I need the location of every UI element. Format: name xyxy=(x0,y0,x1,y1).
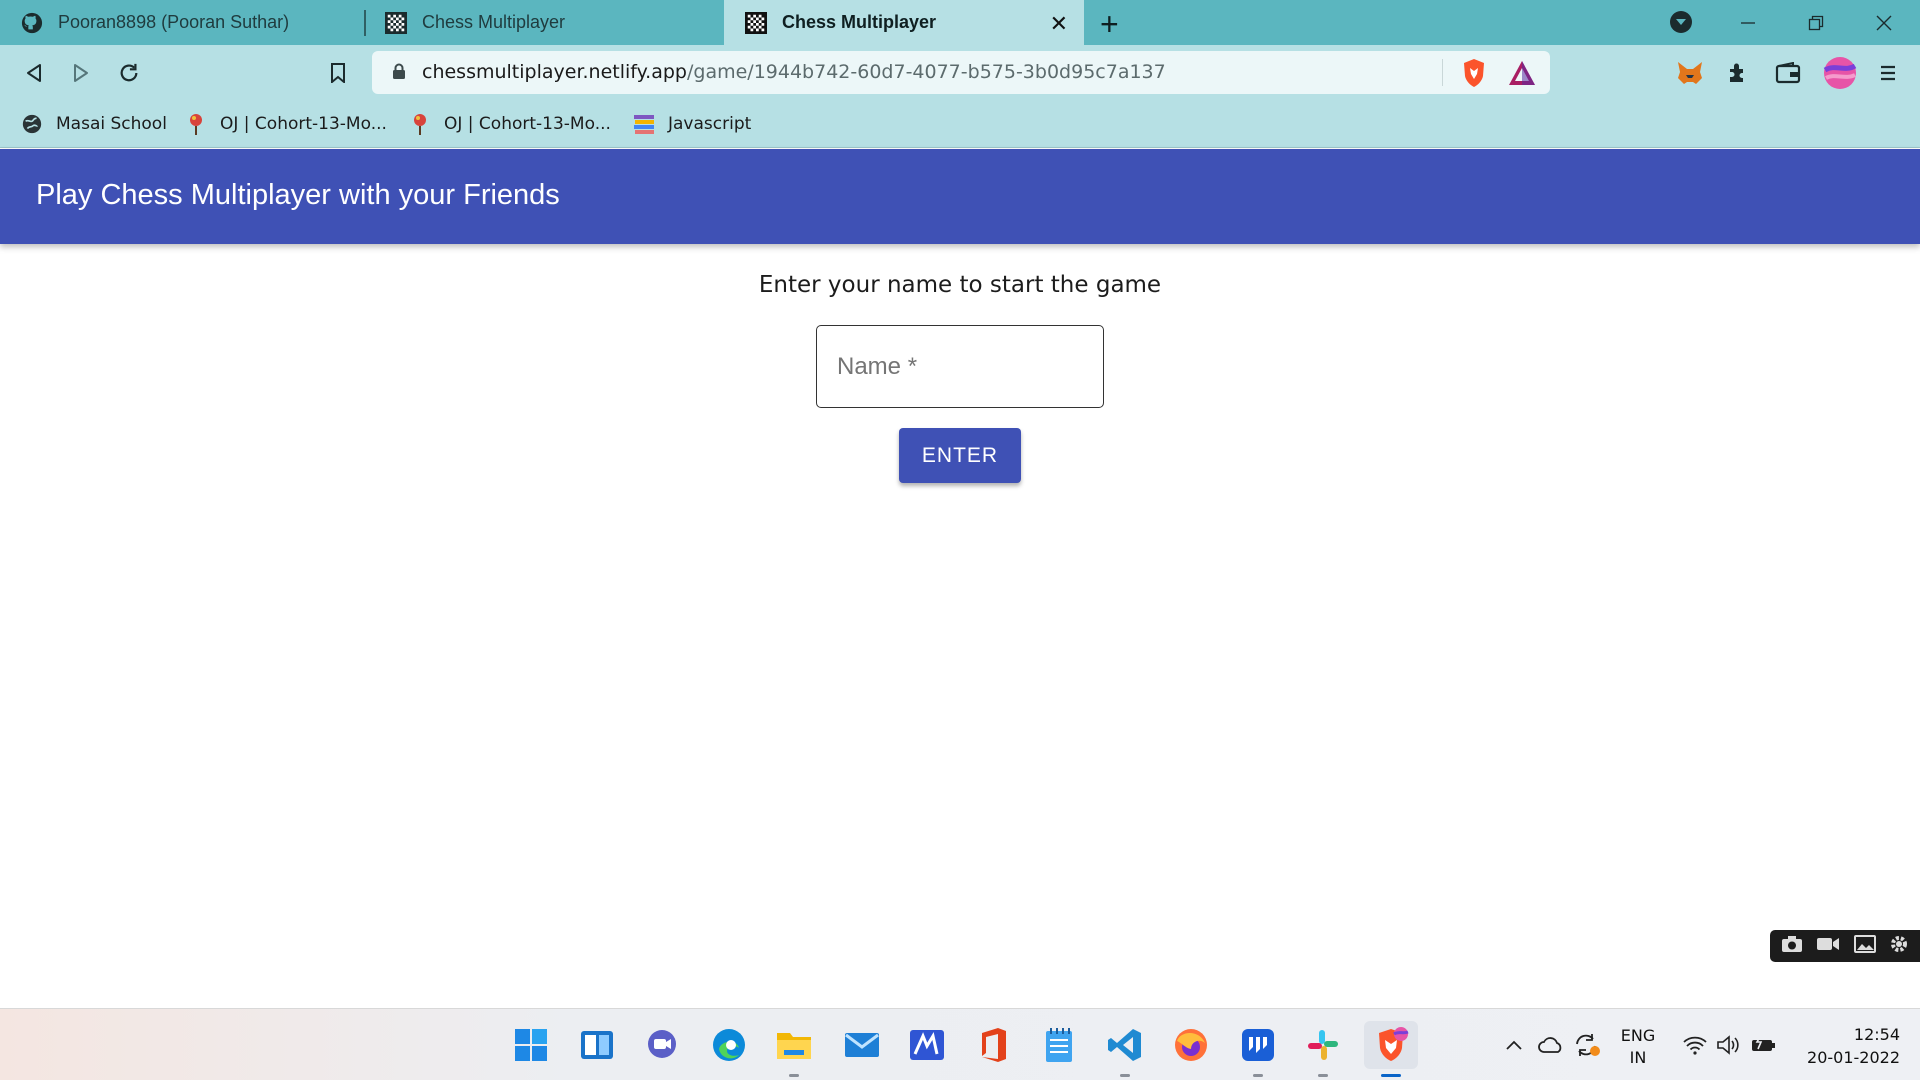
tab-title: Chess Multiplayer xyxy=(422,12,566,32)
address-bar[interactable]: chessmultiplayer.netlify.app/game/1944b7… xyxy=(372,51,1550,94)
os-taskbar: ENG IN 12:54 20-01-2022 xyxy=(0,1008,1920,1080)
battery-charging-icon[interactable] xyxy=(1748,1027,1780,1063)
bookmarks-bar: Masai School OJ | Cohort-13-Mo... OJ | C… xyxy=(0,100,1920,148)
system-clock[interactable]: 12:54 20-01-2022 xyxy=(1790,1023,1900,1069)
math-editor-icon[interactable] xyxy=(903,1021,951,1069)
tab-title: Chess Multiplayer xyxy=(782,12,937,32)
volume-icon[interactable] xyxy=(1714,1027,1744,1063)
brave-browser-icon[interactable] xyxy=(1364,1021,1418,1077)
browser-tab-strip: Pooran8898 (Pooran Suthar) Chess Multipl… xyxy=(0,0,1920,45)
mail-icon[interactable] xyxy=(838,1021,886,1069)
browser-menu-icon[interactable] xyxy=(1872,57,1904,89)
extensions-puzzle-icon[interactable] xyxy=(1722,57,1754,89)
chess-icon xyxy=(384,11,408,35)
lock-icon xyxy=(392,63,406,85)
clock-date: 20-01-2022 xyxy=(1807,1048,1900,1067)
language-indicator[interactable]: ENG IN xyxy=(1612,1025,1664,1069)
bookmark-masai-school[interactable]: Masai School xyxy=(20,110,167,138)
github-icon xyxy=(20,11,44,35)
gallery-icon[interactable] xyxy=(1853,934,1876,958)
firefox-icon[interactable] xyxy=(1167,1021,1215,1069)
book-stack-icon xyxy=(632,112,656,136)
tab-github-profile[interactable]: Pooran8898 (Pooran Suthar) xyxy=(0,0,364,45)
show-hidden-icons-chevron-icon[interactable] xyxy=(1500,1027,1528,1063)
back-icon[interactable] xyxy=(16,55,52,91)
bookmark-icon[interactable] xyxy=(320,55,356,91)
tab-title: Pooran8898 (Pooran Suthar) xyxy=(58,12,290,32)
tab-search-icon[interactable] xyxy=(1670,11,1692,33)
notepad-icon[interactable] xyxy=(1035,1021,1083,1069)
enter-button[interactable]: ENTER xyxy=(899,428,1021,483)
metamask-fox-icon[interactable] xyxy=(1674,57,1706,89)
record-video-icon[interactable] xyxy=(1816,936,1840,957)
reload-icon[interactable] xyxy=(111,55,147,91)
name-prompt: Enter your name to start the game xyxy=(758,272,1162,298)
tab-chess-multiplayer-active[interactable]: Chess Multiplayer ✕ xyxy=(724,0,1084,45)
clock-time: 12:54 xyxy=(1853,1025,1900,1044)
edge-browser-icon[interactable] xyxy=(705,1021,753,1069)
new-tab-icon[interactable]: + xyxy=(1100,6,1119,43)
browser-toolbar: chessmultiplayer.netlify.app/game/1944b7… xyxy=(0,45,1920,100)
name-input[interactable] xyxy=(816,325,1104,408)
globe-icon xyxy=(20,112,44,136)
wallet-icon[interactable] xyxy=(1772,57,1804,89)
profile-avatar-icon[interactable] xyxy=(1822,55,1858,91)
slack-icon[interactable] xyxy=(1299,1021,1347,1077)
vscode-icon[interactable] xyxy=(1101,1021,1149,1077)
url-text: chessmultiplayer.netlify.app/game/1944b7… xyxy=(422,61,1166,83)
app-header: Play Chess Multiplayer with your Friends xyxy=(0,149,1920,244)
tab-chess-multiplayer[interactable]: Chess Multiplayer xyxy=(364,0,724,45)
close-window-icon[interactable] xyxy=(1854,0,1914,45)
bookmark-oj-cohort-1[interactable]: OJ | Cohort-13-Mo... xyxy=(184,110,387,138)
file-explorer-icon[interactable] xyxy=(770,1021,818,1077)
settings-gear-icon[interactable] xyxy=(1889,934,1909,959)
onedrive-cloud-icon[interactable] xyxy=(1536,1027,1566,1063)
office-icon[interactable] xyxy=(969,1021,1017,1069)
omnibox-divider xyxy=(1442,59,1443,86)
pin-icon xyxy=(408,112,432,136)
chess-icon xyxy=(744,11,768,35)
page-title: Play Chess Multiplayer with your Friends xyxy=(36,179,560,211)
wps-writer-icon[interactable] xyxy=(1234,1021,1282,1077)
screenshot-icon[interactable] xyxy=(1781,935,1803,958)
brave-shield-icon[interactable] xyxy=(1458,57,1490,89)
sync-update-icon[interactable] xyxy=(1572,1027,1602,1063)
chat-icon[interactable] xyxy=(638,1021,686,1069)
wifi-icon[interactable] xyxy=(1680,1027,1710,1063)
brave-rewards-icon[interactable] xyxy=(1506,57,1538,89)
bookmark-oj-cohort-2[interactable]: OJ | Cohort-13-Mo... xyxy=(408,110,611,138)
bookmark-javascript[interactable]: Javascript xyxy=(632,110,751,138)
start-windows-icon[interactable] xyxy=(507,1021,555,1069)
minimize-icon[interactable] xyxy=(1718,0,1778,45)
capture-toolbar xyxy=(1770,930,1920,962)
close-tab-icon[interactable]: ✕ xyxy=(1050,11,1068,37)
forward-icon[interactable] xyxy=(63,55,99,91)
restore-icon[interactable] xyxy=(1786,0,1846,45)
pin-icon xyxy=(184,112,208,136)
widgets-icon[interactable] xyxy=(573,1021,621,1069)
